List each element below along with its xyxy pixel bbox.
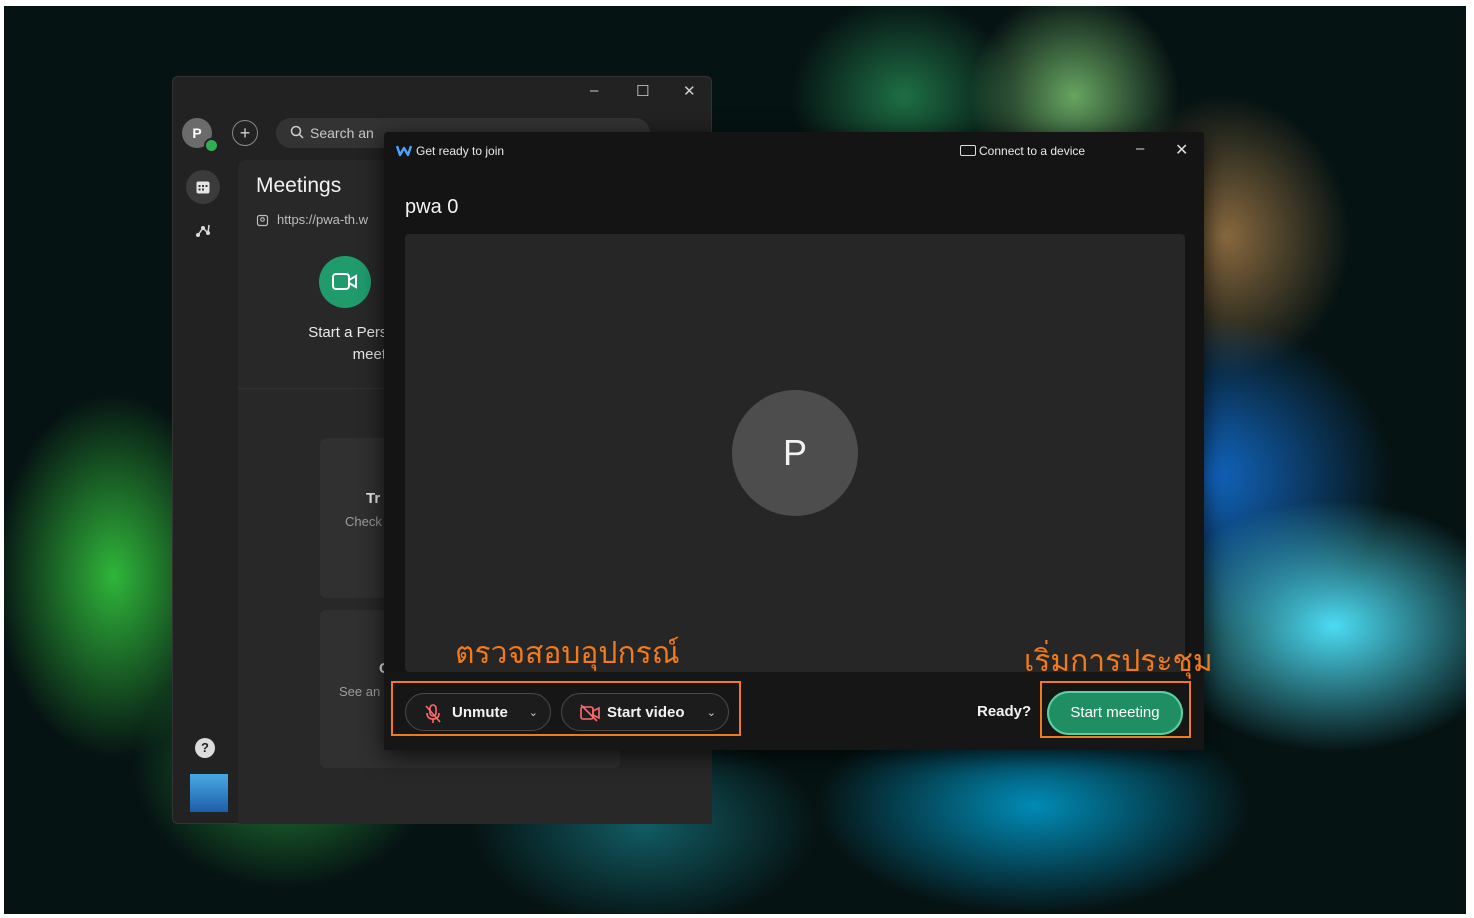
card-title: Tr	[366, 490, 381, 507]
webex-logo-icon	[396, 145, 412, 157]
annotation-start-box	[1040, 681, 1191, 738]
preview-avatar: P	[732, 390, 858, 516]
close-button[interactable]: ✕	[1175, 140, 1188, 160]
search-placeholder: Search an	[310, 125, 374, 141]
meeting-name: pwa 0	[405, 196, 459, 218]
ready-label: Ready?	[977, 703, 1032, 720]
company-logo	[190, 774, 228, 812]
video-preview: P	[405, 234, 1185, 672]
card-subtitle: See an	[339, 684, 381, 699]
maximize-button[interactable]: ☐	[636, 82, 649, 100]
card-subtitle: Check	[345, 514, 382, 529]
annotation-devices-text: ตรวจสอบอุปกรณ์	[455, 636, 680, 671]
connect-device-label: Connect to a device	[979, 144, 1086, 158]
annotation-devices-box	[391, 681, 741, 736]
minimize-button[interactable]: –	[590, 82, 598, 99]
minimize-button[interactable]: –	[1136, 140, 1144, 157]
personal-room-link[interactable]: https://pwa-th.w	[256, 212, 368, 227]
close-button[interactable]: ✕	[683, 82, 696, 100]
calendar-icon[interactable]	[186, 170, 220, 204]
meetings-heading: Meetings	[256, 174, 342, 197]
dialog-title: Get ready to join	[416, 144, 505, 158]
device-icon	[960, 145, 976, 157]
connect-to-device-button[interactable]: Connect to a device	[960, 144, 1085, 158]
connect-icon[interactable]	[186, 214, 220, 248]
video-camera-icon	[332, 273, 357, 290]
meeting-link-text: https://pwa-th.w	[277, 212, 369, 227]
help-icon[interactable]: ?	[195, 738, 215, 758]
start-personal-meeting-button[interactable]	[319, 256, 371, 308]
search-icon	[290, 126, 304, 139]
room-icon	[256, 214, 269, 227]
annotation-start-text: เริ่มการประชุม	[1024, 644, 1213, 679]
